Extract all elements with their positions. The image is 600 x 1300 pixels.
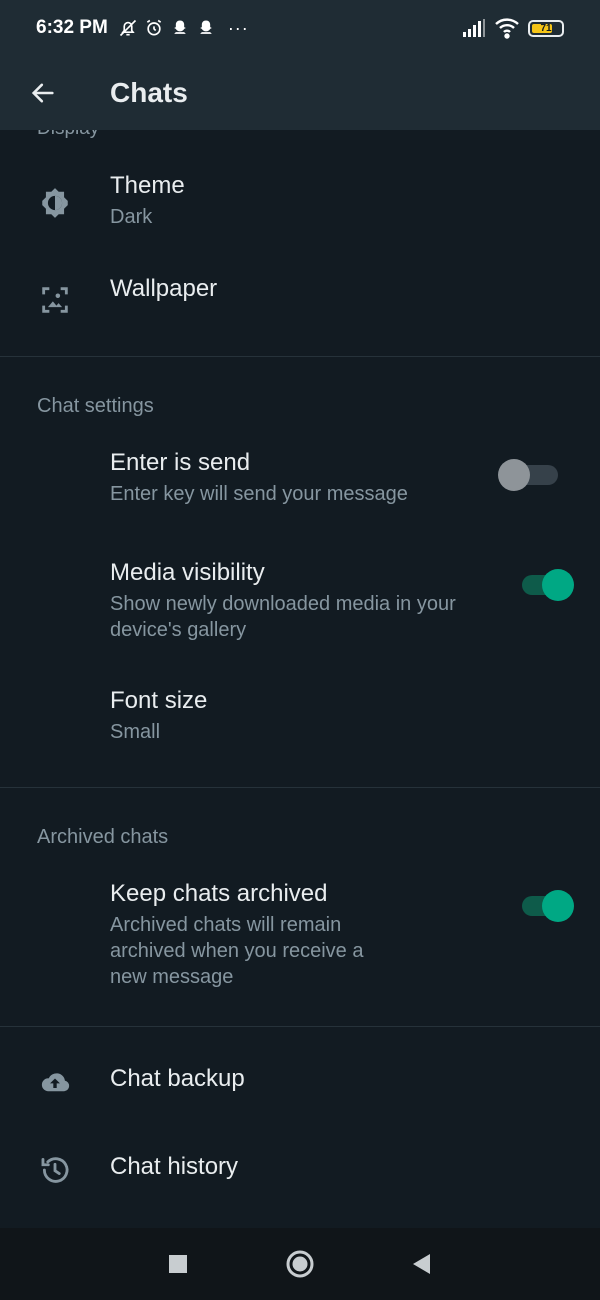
battery-icon: 71 [528, 19, 564, 37]
chat-backup-row[interactable]: Chat backup [0, 1027, 600, 1115]
chat-backup-title: Chat backup [110, 1065, 245, 1092]
home-circle-icon[interactable] [285, 1249, 315, 1279]
theme-row[interactable]: Theme Dark [0, 140, 600, 248]
chat-history-title: Chat history [110, 1153, 239, 1180]
theme-title: Theme [110, 172, 185, 199]
keep-chats-archived-title: Keep chats archived [110, 880, 328, 907]
font-size-title: Font size [110, 687, 208, 714]
bell-off-icon [119, 19, 136, 37]
arrow-left-icon [31, 83, 54, 103]
settings-content[interactable]: Display Theme Dark Wallpaper [0, 130, 600, 1228]
media-visibility-subtitle: Show newly downloaded media in your devi… [110, 593, 456, 641]
battery-level-text: 71 [540, 22, 552, 34]
toggle-knob [498, 459, 530, 491]
snapchat-icon [199, 20, 212, 34]
enter-is-send-title: Enter is send [110, 449, 251, 476]
brightness-icon [42, 188, 68, 218]
wifi-icon [495, 18, 519, 39]
keep-chats-archived-subtitle: Archived chats will remain archived when… [110, 914, 364, 988]
chat-settings-header: Chat settings [37, 395, 154, 417]
status-icons-left: ··· [118, 18, 249, 39]
status-icons-right: 71 [462, 17, 564, 39]
toggle-knob [542, 569, 574, 601]
back-triangle-icon[interactable] [407, 1249, 437, 1279]
font-size-value: Small [110, 721, 161, 743]
font-size-row[interactable]: Font size Small [0, 683, 600, 787]
cloud-upload-icon [41, 1073, 70, 1092]
toggle-knob [542, 890, 574, 922]
media-visibility-row[interactable]: Media visibility Show newly downloaded m… [0, 547, 600, 683]
wallpaper-title: Wallpaper [110, 275, 218, 302]
back-button[interactable] [0, 56, 86, 130]
theme-value: Dark [110, 206, 153, 228]
status-bar: 6:32 PM ··· 71 [0, 0, 600, 56]
enter-is-send-subtitle: Enter key will send your message [110, 483, 408, 505]
history-icon [41, 1157, 69, 1183]
signal-icon [463, 19, 485, 37]
archived-chats-header: Archived chats [37, 826, 169, 848]
enter-is-send-toggle[interactable] [498, 459, 558, 491]
system-nav-bar [0, 1228, 600, 1300]
keep-chats-archived-row[interactable]: Keep chats archived Archived chats will … [0, 868, 600, 1026]
media-visibility-title: Media visibility [110, 559, 265, 586]
media-visibility-toggle[interactable] [522, 569, 574, 601]
keep-chats-archived-toggle[interactable] [522, 890, 574, 922]
display-section-header: Display [0, 130, 600, 140]
wallpaper-icon [42, 287, 68, 313]
recents-square-icon[interactable] [163, 1249, 193, 1279]
app-bar: Chats [0, 56, 600, 130]
wallpaper-row[interactable]: Wallpaper [0, 248, 600, 356]
more-dots-icon: ··· [227, 17, 249, 38]
page-title: Chats [110, 77, 188, 108]
chat-history-row[interactable]: Chat history [0, 1115, 600, 1203]
snapchat-icon [173, 20, 186, 34]
alarm-icon [146, 19, 161, 36]
enter-is-send-row[interactable]: Enter is send Enter key will send your m… [0, 437, 600, 547]
status-time: 6:32 PM [36, 17, 108, 38]
